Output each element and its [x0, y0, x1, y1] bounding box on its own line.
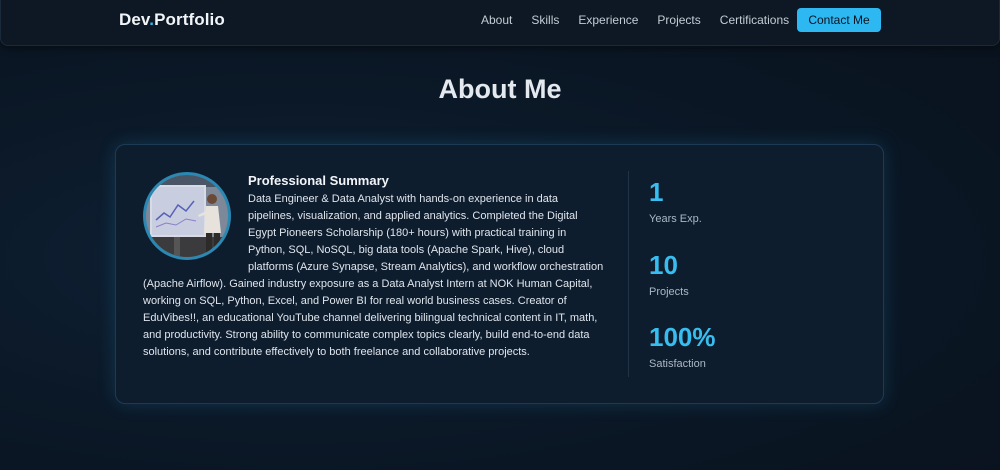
brand-name-part2: Portfolio	[154, 10, 225, 29]
nav-link-experience[interactable]: Experience	[578, 13, 638, 27]
brand-logo[interactable]: Dev.Portfolio	[119, 10, 225, 30]
stat-satisfaction: 100% Satisfaction	[649, 322, 716, 370]
nav-link-certifications[interactable]: Certifications	[720, 13, 789, 27]
contact-me-button[interactable]: Contact Me	[797, 8, 881, 32]
stat-satisfaction-value: 100%	[649, 322, 716, 352]
stat-projects: 10 Projects	[649, 250, 689, 298]
brand-name-part1: Dev	[119, 10, 150, 29]
summary-text-container: Data Engineer & Data Analyst with hands-…	[143, 191, 605, 361]
photo-spacer	[143, 191, 248, 276]
stat-years-value: 1	[649, 177, 664, 207]
nav-link-projects[interactable]: Projects	[657, 13, 700, 27]
summary-title: Professional Summary	[248, 173, 389, 188]
stat-years: 1 Years Exp.	[649, 177, 702, 225]
stat-satisfaction-label: Satisfaction	[649, 358, 706, 370]
stat-projects-label: Projects	[649, 286, 689, 298]
navbar: Dev.Portfolio About Skills Experience Pr…	[0, 0, 1000, 46]
stat-projects-value: 10	[649, 250, 678, 280]
section-title: About Me	[438, 74, 562, 104]
about-card: Professional Summary Data Engineer & Dat…	[115, 144, 884, 404]
vertical-divider	[628, 171, 629, 377]
stat-years-label: Years Exp.	[649, 213, 702, 225]
nav-link-about[interactable]: About	[481, 13, 512, 27]
nav-links: About Skills Experience Projects Certifi…	[481, 13, 789, 27]
nav-link-skills[interactable]: Skills	[531, 13, 559, 27]
